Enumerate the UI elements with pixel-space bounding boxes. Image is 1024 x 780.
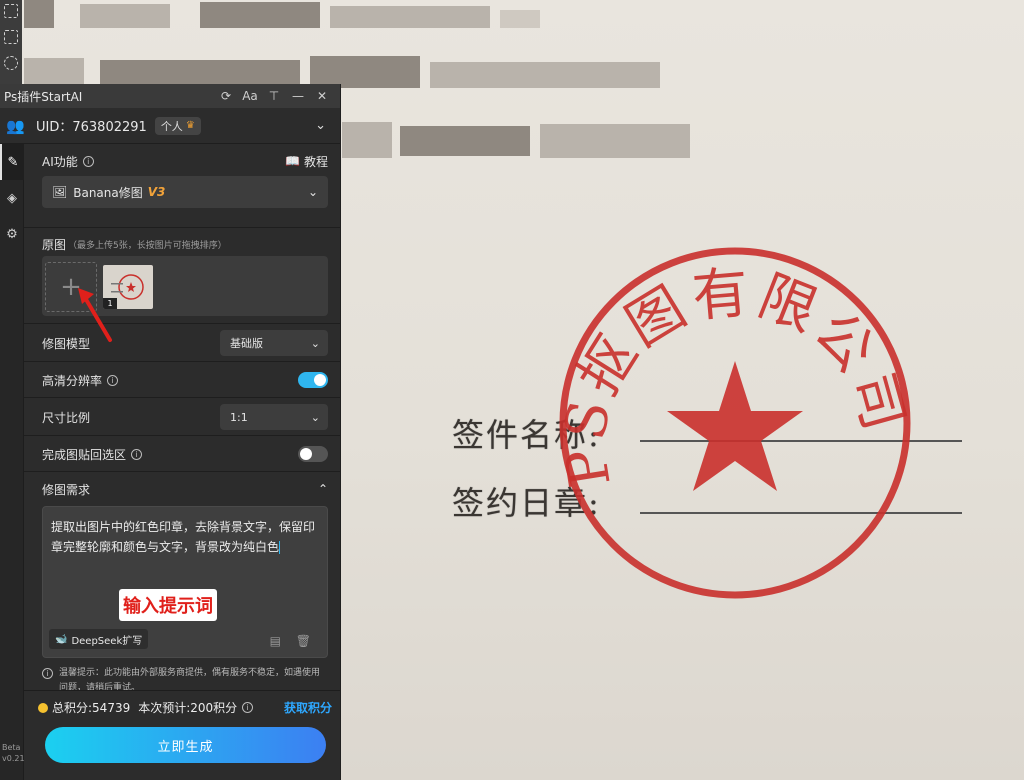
- photoshop-toolbar: [0, 0, 22, 92]
- layers-icon: ◈: [7, 190, 17, 206]
- hd-label: 高清分辨率: [42, 373, 103, 388]
- mosaic-block: [540, 124, 690, 158]
- mosaic-block: [80, 4, 170, 28]
- panel-sidebar: ✎ ◈ ⚙ Beta v0.21.4: [0, 144, 32, 780]
- close-icon[interactable]: ✕: [310, 89, 334, 103]
- deepseek-label: DeepSeek扩写: [71, 635, 143, 647]
- refresh-icon[interactable]: ⟳: [214, 89, 238, 103]
- tutorial-link[interactable]: 📖 教程: [285, 153, 328, 170]
- sidebar-item-settings[interactable]: ⚙: [0, 216, 24, 252]
- toggle-knob: [300, 448, 312, 460]
- version-tag: V3: [147, 185, 166, 199]
- ratio-section: 尺寸比例 1:1 ⌄: [24, 398, 340, 436]
- account-type-label: 个人: [160, 119, 183, 133]
- mosaic-block: [330, 6, 490, 28]
- tutorial-label: 教程: [303, 154, 328, 169]
- prompt-section: 修图需求 ⌃ 提取出图片中的红色印章，去除背景文字，保留印章完整轮廓和颜色与文字…: [24, 472, 340, 696]
- mosaic-block: [400, 126, 530, 156]
- prompt-section-label: 修图需求: [42, 482, 91, 497]
- account-type-badge: 个人 ♛: [154, 116, 201, 135]
- prompt-text: 提取出图片中的红色印章，去除背景文字，保留印章完整轮廓和颜色与文字，背景改为纯白…: [51, 520, 316, 554]
- chevron-down-icon: ⌄: [310, 336, 320, 350]
- chevron-up-icon[interactable]: ⌃: [318, 482, 328, 496]
- paste-back-section: 完成图贴回选区 i: [24, 436, 340, 472]
- history-icon[interactable]: ▤: [270, 634, 281, 648]
- users-icon: 👥: [6, 116, 25, 135]
- hd-toggle[interactable]: [298, 372, 328, 388]
- mosaic-block: [500, 10, 540, 28]
- deepseek-icon: 🐋: [55, 633, 68, 645]
- uid-text: UID：763802291: [36, 120, 147, 135]
- gear-icon: ⚙: [6, 226, 18, 242]
- account-bar[interactable]: 👥 UID：763802291 个人 ♛ ⌄: [0, 108, 340, 144]
- points-row: 总积分:54739 本次预计:200积分 i 获取积分: [24, 691, 340, 716]
- ai-function-section: AI功能 i 📖 教程 🖼 Banana修图 V3 ⌄: [24, 144, 340, 228]
- estimate-points: 本次预计:200积分: [138, 701, 238, 715]
- source-image-label: 原图: [42, 237, 67, 252]
- panel-footer: 总积分:54739 本次预计:200积分 i 获取积分 立即生成: [24, 690, 340, 780]
- minimize-icon[interactable]: —: [286, 89, 310, 103]
- ai-function-select[interactable]: 🖼 Banana修图 V3 ⌄: [42, 176, 328, 208]
- model-section: 修图模型 基础版 ⌄: [24, 324, 340, 362]
- source-image-hint: （最多上传5张，长按图片可拖拽排序）: [68, 240, 227, 251]
- paste-back-toggle[interactable]: [298, 446, 328, 462]
- prompt-text-container: 提取出图片中的红色印章，去除背景文字，保留印章完整轮廓和颜色与文字，背景改为纯白…: [51, 517, 319, 557]
- toggle-knob: [314, 374, 326, 386]
- chevron-down-icon[interactable]: ⌄: [315, 118, 326, 133]
- info-icon[interactable]: i: [131, 448, 143, 460]
- coin-icon: [38, 702, 48, 713]
- image-icon: 🖼: [52, 185, 68, 199]
- info-icon[interactable]: i: [82, 155, 94, 167]
- hd-section: 高清分辨率 i: [24, 362, 340, 398]
- source-image-section: 原图 （最多上传5张，长按图片可拖拽排序） + 1: [24, 228, 340, 324]
- total-points: 总积分:54739: [52, 701, 131, 715]
- book-icon: 📖: [285, 154, 300, 168]
- startai-plugin-panel: Ps插件StartAI ⟳ Aa ⊤ — ✕ 👥 UID：763802291 个…: [0, 84, 341, 780]
- panel-title: Ps插件StartAI: [4, 89, 83, 104]
- sidebar-item-layers[interactable]: ◈: [0, 180, 24, 216]
- info-icon[interactable]: i: [242, 702, 254, 713]
- mosaic-block: [342, 122, 392, 158]
- mosaic-block: [24, 0, 54, 28]
- deepseek-expand-button[interactable]: 🐋 DeepSeek扩写: [49, 629, 149, 649]
- company-seal-stamp: PS抠图有限公司: [555, 247, 913, 599]
- crown-icon: ♛: [185, 120, 195, 131]
- chevron-down-icon: ⌄: [307, 185, 318, 199]
- text-caret: [279, 541, 281, 554]
- panel-content: AI功能 i 📖 教程 🖼 Banana修图 V3 ⌄ 原图 （最多上传5张，长…: [24, 144, 340, 780]
- model-select[interactable]: 基础版 ⌄: [220, 330, 328, 356]
- info-icon: i: [42, 668, 53, 679]
- prompt-annotation-label: 输入提示词: [119, 589, 217, 621]
- lasso-tool-icon[interactable]: [4, 56, 18, 70]
- ratio-label: 尺寸比例: [42, 410, 91, 425]
- annotation-arrow: [78, 288, 112, 342]
- model-value: 基础版: [230, 337, 263, 350]
- paste-back-label: 完成图贴回选区: [42, 447, 127, 462]
- ai-function-label: AI功能: [42, 154, 78, 169]
- pen-icon: ✎: [7, 154, 19, 170]
- mosaic-block: [200, 2, 320, 28]
- ai-function-value: Banana修图: [73, 185, 143, 200]
- pin-icon[interactable]: ⊤: [262, 89, 286, 103]
- generate-button[interactable]: 立即生成: [45, 727, 326, 763]
- font-size-button[interactable]: Aa: [238, 89, 262, 103]
- marquee-tool-icon[interactable]: [4, 30, 18, 44]
- prompt-textarea[interactable]: 提取出图片中的红色印章，去除背景文字，保留印章完整轮廓和颜色与文字，背景改为纯白…: [42, 506, 328, 658]
- ratio-value: 1:1: [230, 410, 248, 424]
- move-tool-icon[interactable]: [4, 4, 18, 18]
- get-points-link[interactable]: 获取积分: [284, 699, 332, 716]
- trash-icon[interactable]: 🗑: [296, 634, 311, 648]
- ratio-select[interactable]: 1:1 ⌄: [220, 404, 328, 430]
- mosaic-block: [430, 62, 660, 88]
- info-icon[interactable]: i: [107, 374, 119, 386]
- chevron-down-icon: ⌄: [310, 410, 320, 424]
- panel-titlebar: Ps插件StartAI ⟳ Aa ⊤ — ✕: [0, 84, 340, 108]
- sidebar-item-edit[interactable]: ✎: [0, 144, 24, 180]
